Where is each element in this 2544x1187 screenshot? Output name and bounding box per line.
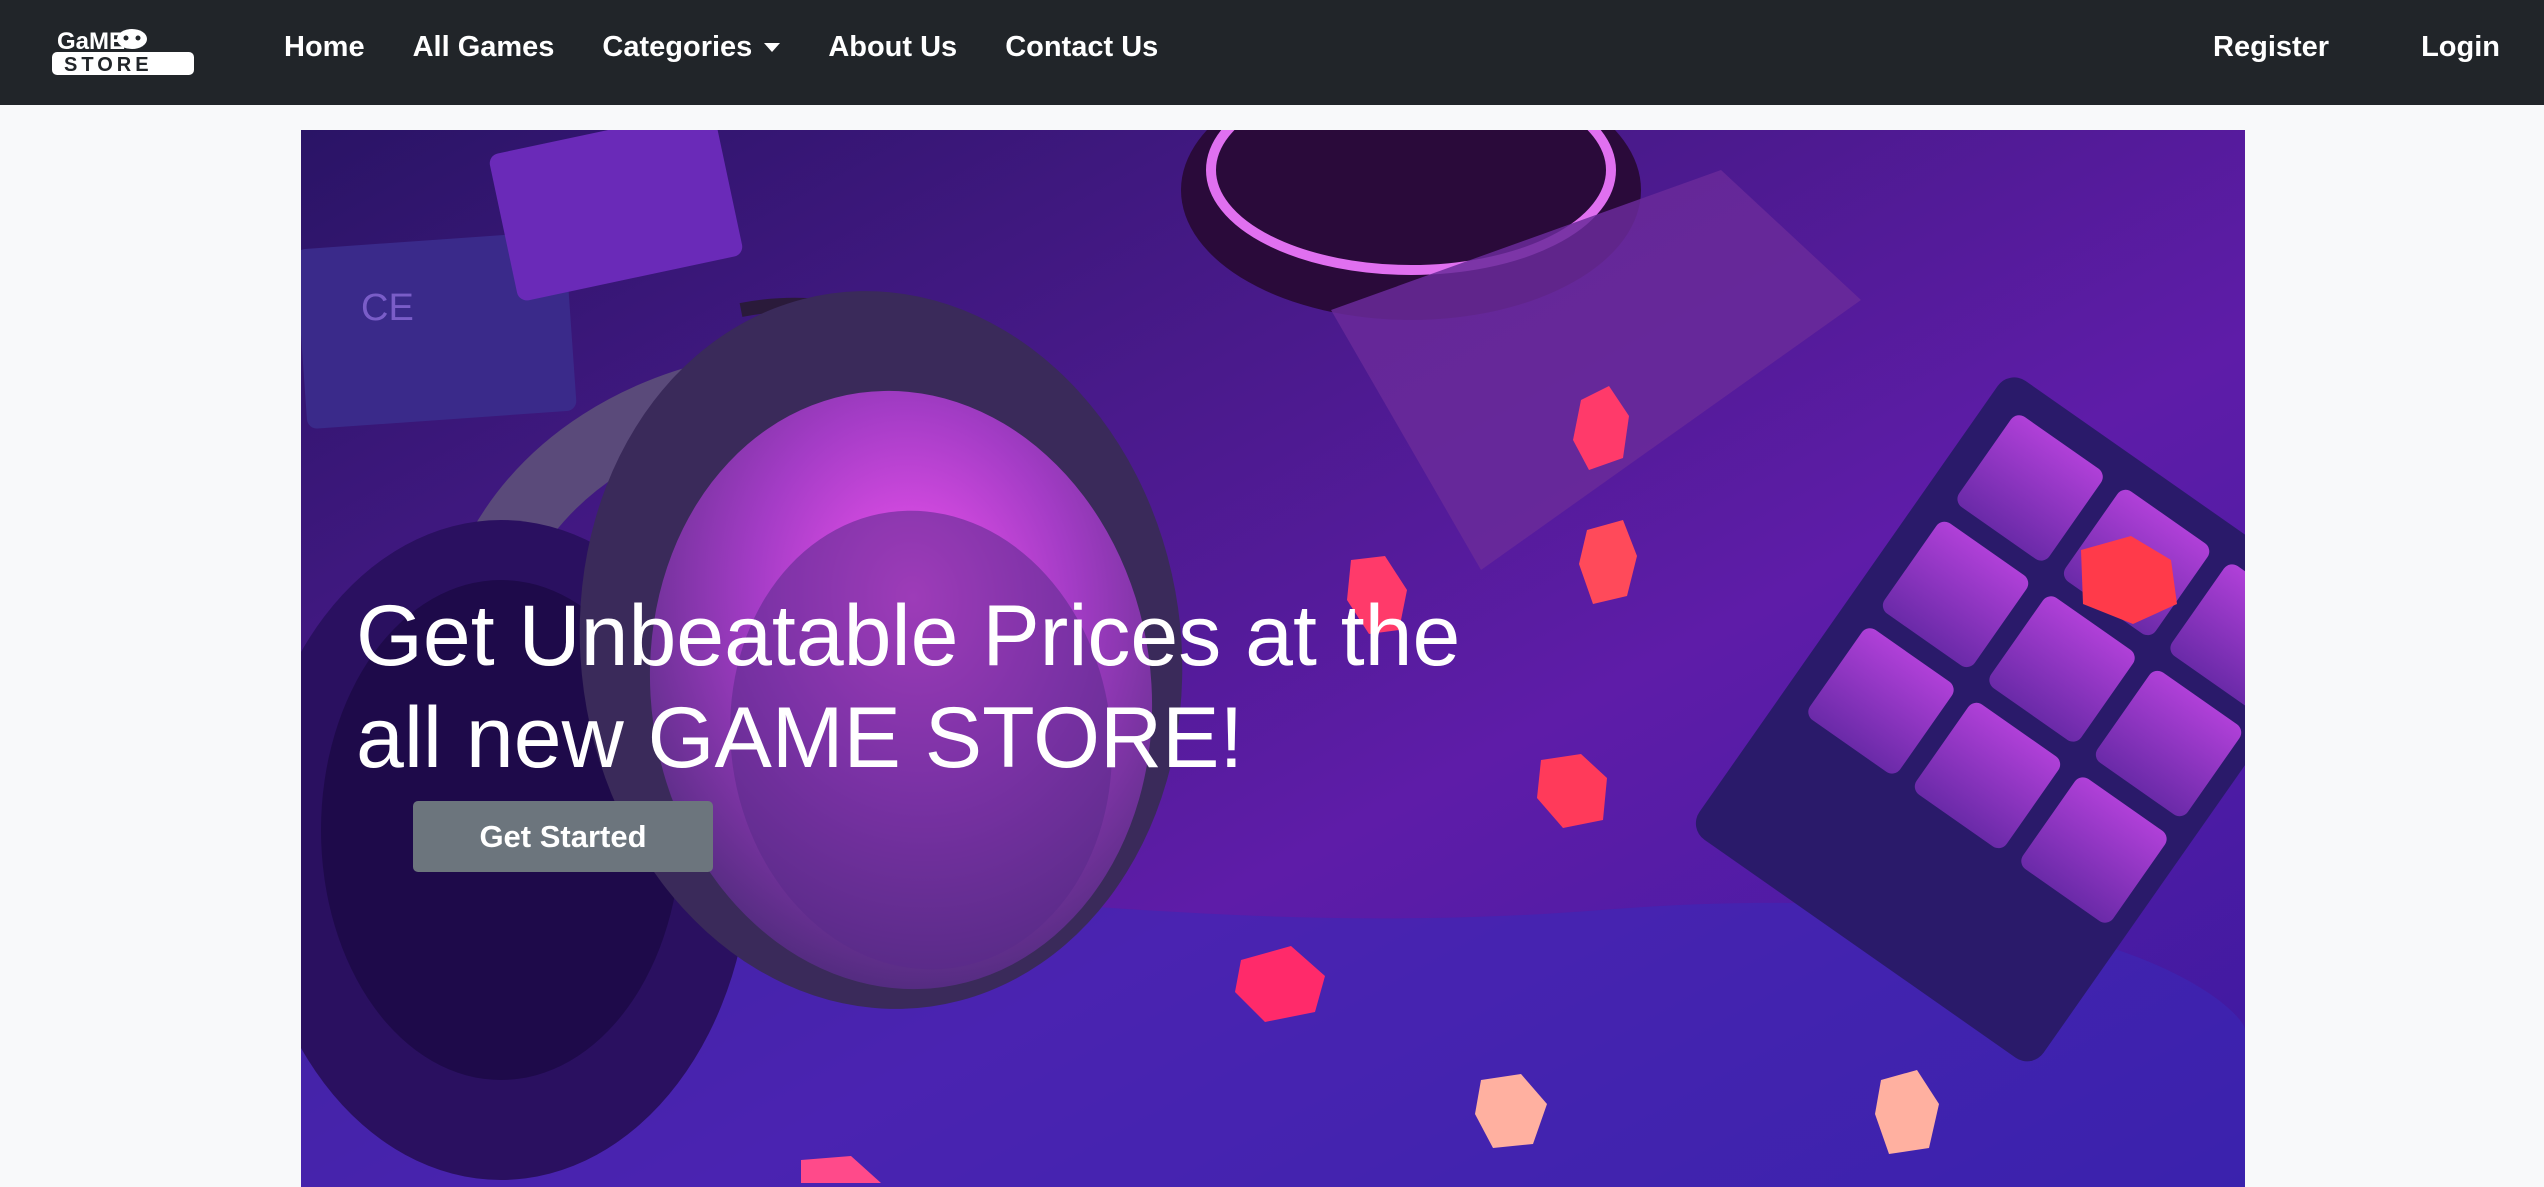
main-nav: Home All Games Categories About Us Conta… (284, 0, 1206, 95)
logo-text-bottom: STORE (64, 54, 153, 75)
caret-down-icon (764, 43, 781, 52)
nav-all-games[interactable]: All Games (413, 31, 555, 64)
nav-contact-us[interactable]: Contact Us (1005, 31, 1158, 64)
nav-categories-dropdown[interactable]: Categories (602, 31, 781, 64)
game-store-logo[interactable]: GaME STORE (52, 27, 194, 75)
hero-title: Get Unbeatable Prices at the all new GAM… (356, 588, 1461, 786)
nav-home[interactable]: Home (284, 31, 365, 64)
top-navbar: GaME STORE Home All Games Categories Abo… (0, 0, 2544, 105)
nav-register[interactable]: Register (2213, 31, 2329, 64)
gamepad-icon: GaME STORE (52, 28, 194, 75)
get-started-button[interactable]: Get Started (413, 801, 713, 872)
hero-banner: CE Get Unbeatable Prices at the all new … (301, 130, 2245, 1187)
nav-categories-label: Categories (602, 31, 753, 63)
svg-text:CE: CE (361, 287, 414, 329)
auth-nav: Register Login (2213, 0, 2544, 95)
nav-login[interactable]: Login (2421, 31, 2500, 64)
nav-about-us[interactable]: About Us (828, 31, 957, 64)
logo-text-top: GaME (57, 28, 125, 55)
